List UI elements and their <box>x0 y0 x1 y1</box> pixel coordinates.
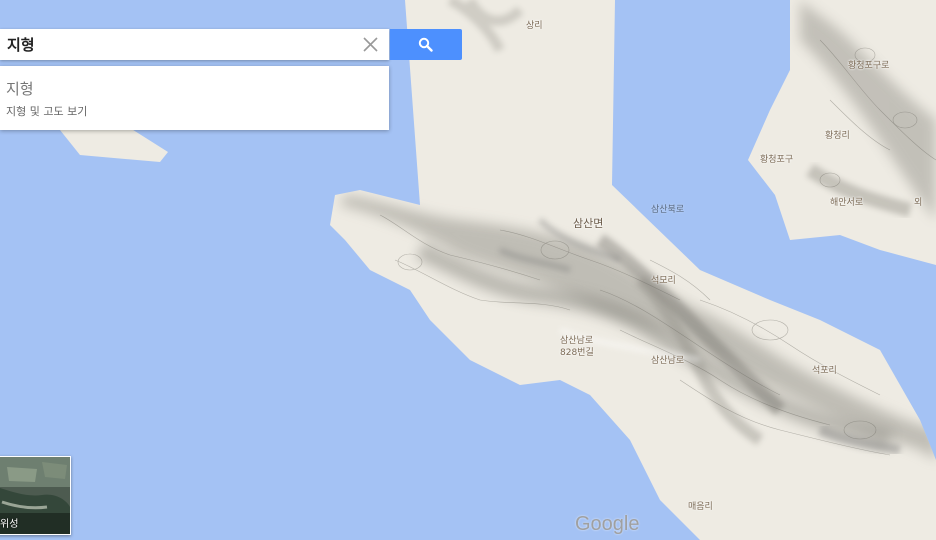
search-button[interactable] <box>390 29 462 60</box>
label-samsan-myeon: 삼산면 <box>573 217 604 230</box>
label-sangri: 상리 <box>526 21 543 31</box>
label-address-828: 828번길 <box>560 348 594 358</box>
suggestion-title: 지형 <box>6 80 34 98</box>
suggestion-subtitle: 지형 및 고도 보기 <box>6 105 88 118</box>
label-hwangcheongri: 황청리 <box>825 131 850 141</box>
label-haean-seoro: 해안서로 <box>830 198 864 208</box>
label-hwangcheongpogu-ro: 황청포구로 <box>848 61 890 71</box>
search-icon <box>418 37 433 52</box>
close-icon[interactable] <box>362 36 379 53</box>
satellite-label: 위성 <box>0 519 19 530</box>
google-logo: Google <box>575 513 640 535</box>
map-canvas[interactable]: 상리 황청포구로 황청리 황청포구 해안서로 외 삼산면 삼산북로 석모리 삼산… <box>0 0 936 540</box>
small-island-land <box>60 128 168 162</box>
label-oe: 외 <box>914 198 923 208</box>
label-maeeumri: 매음리 <box>688 502 713 512</box>
suggestion-item-terrain[interactable]: 지형 지형 및 고도 보기 <box>0 66 389 130</box>
label-hwangcheongpogu: 황청포구 <box>760 155 794 165</box>
search-box <box>0 29 389 60</box>
search-input[interactable] <box>0 29 357 60</box>
label-seokpori: 석포리 <box>812 366 837 376</box>
label-seokmori: 석모리 <box>651 276 676 286</box>
label-samsan-namro-2: 삼산남로 <box>651 356 685 366</box>
satellite-layer-button[interactable]: 위성 <box>0 456 71 535</box>
label-samsan-bukro: 삼산북로 <box>651 205 685 215</box>
